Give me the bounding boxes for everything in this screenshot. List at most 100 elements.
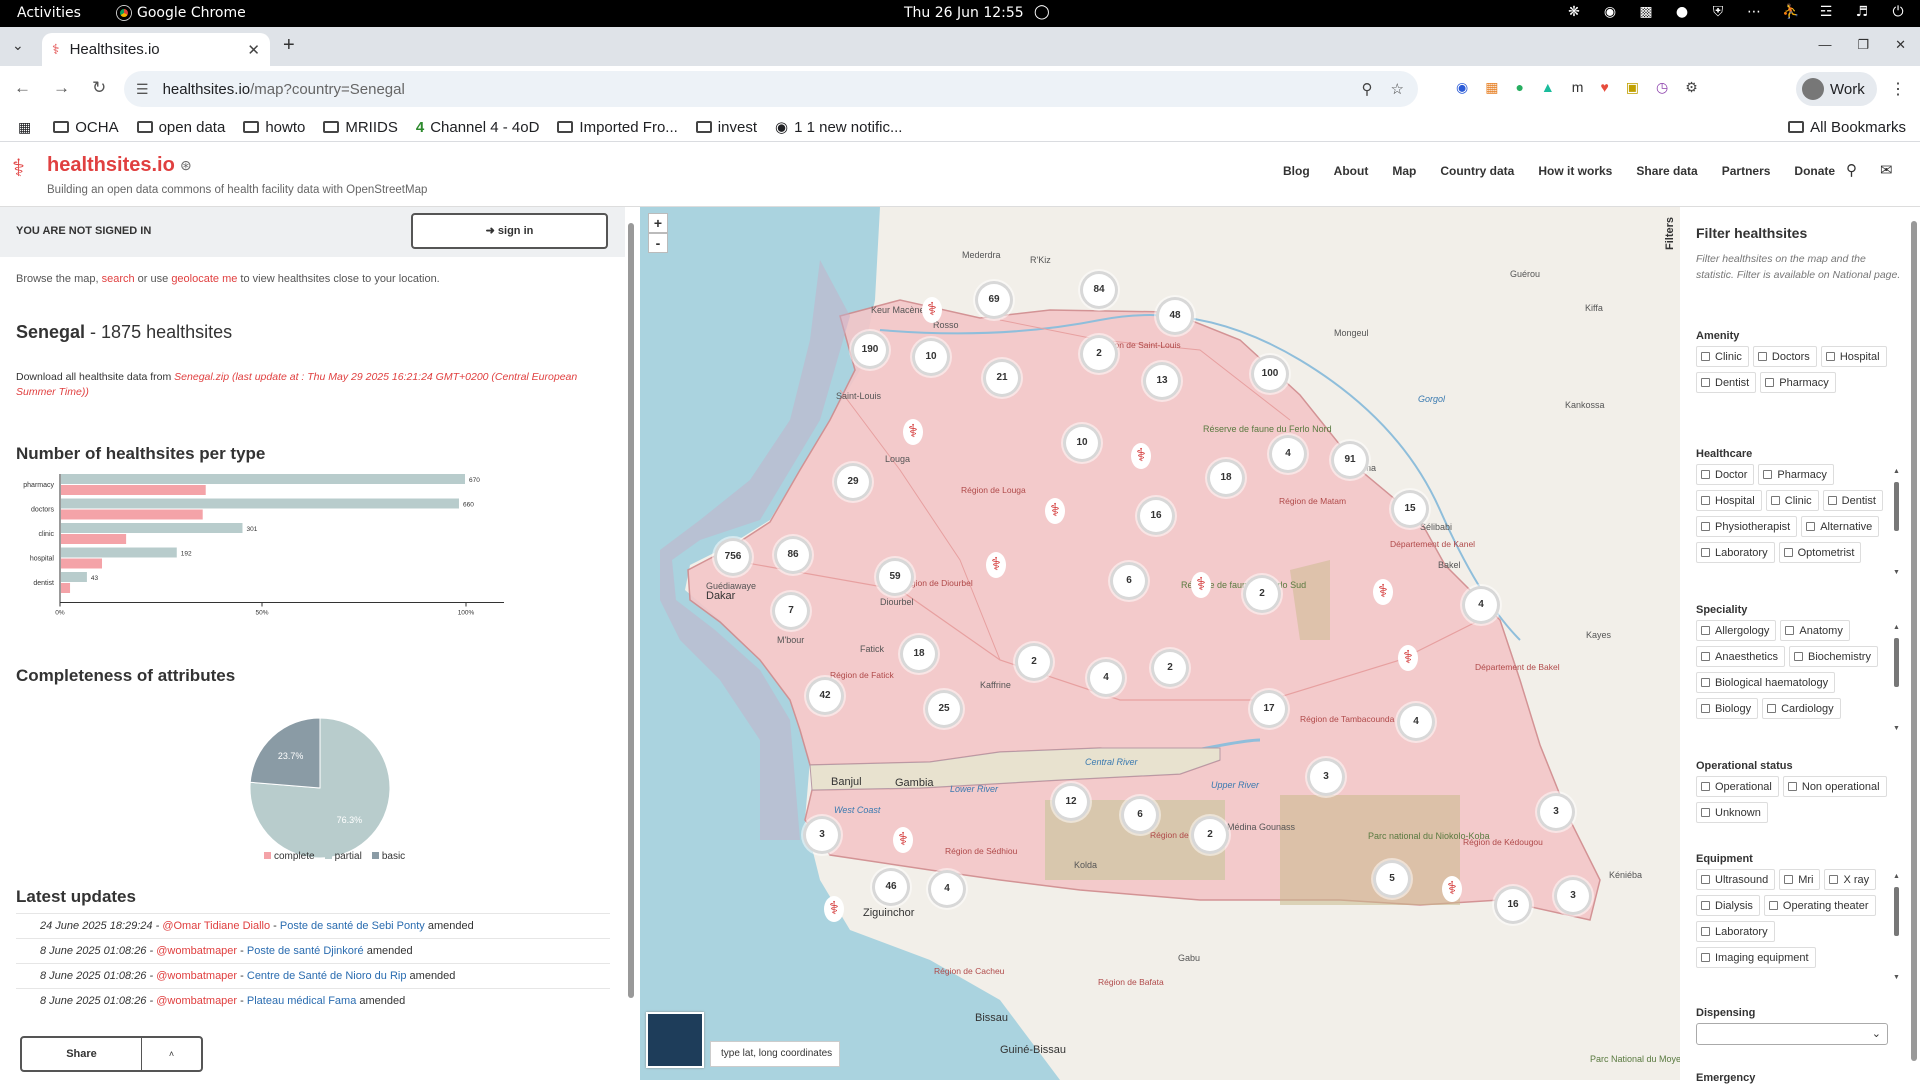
dispensing-select[interactable]: ⌄ (1696, 1023, 1888, 1045)
checkbox-box[interactable] (1767, 704, 1777, 713)
checkbox-box[interactable] (1701, 808, 1710, 817)
update-user-link[interactable]: @wombatmaper (156, 970, 237, 982)
checkbox-box[interactable] (1787, 782, 1797, 791)
tab-search-icon[interactable]: ⌄ (12, 37, 24, 54)
map-cluster-marker[interactable]: 13 (1143, 362, 1181, 400)
shield-icon[interactable]: ⛨ (1710, 4, 1726, 20)
m-ext-icon[interactable]: m (1572, 79, 1584, 96)
chat-icon[interactable]: ✉ (1880, 161, 1893, 179)
update-user-link[interactable]: @wombatmaper (156, 995, 237, 1007)
checkbox-box[interactable] (1701, 704, 1710, 713)
bookmark-notifications[interactable]: ◉ 1 1 new notific... (775, 118, 903, 137)
bookmark-imported[interactable]: Imported Fro... (557, 119, 678, 136)
filter-checkbox[interactable]: Dentist (1822, 490, 1883, 511)
update-user-link[interactable]: @wombatmaper (156, 945, 237, 957)
checkbox-box[interactable] (1829, 875, 1839, 884)
checkbox-box[interactable] (1770, 496, 1780, 505)
grammarly-icon[interactable]: ◉ (1602, 4, 1618, 20)
menu-about[interactable]: About (1334, 164, 1369, 178)
app-menu[interactable]: Google Chrome (117, 5, 246, 21)
map-cluster-marker[interactable]: 46 (872, 868, 910, 906)
healthsite-pin-icon[interactable]: ⚕ (922, 297, 942, 323)
healthsite-pin-icon[interactable]: ⚕ (986, 552, 1006, 578)
filter-checkbox[interactable]: Cardiology (1762, 698, 1841, 719)
checkbox-box[interactable] (1701, 678, 1710, 687)
map-cluster-marker[interactable]: 25 (925, 690, 963, 728)
filter-checkbox[interactable]: Operating theater (1763, 895, 1876, 916)
bookmark-ocha[interactable]: OCHA (53, 119, 119, 136)
filter-checkbox[interactable]: Dentist (1696, 372, 1757, 393)
map-cluster-marker[interactable]: 6 (1110, 562, 1148, 600)
filter-checkbox[interactable]: Hospital (1820, 346, 1887, 367)
healthsite-pin-icon[interactable]: ⚕ (1191, 572, 1211, 598)
power-icon[interactable]: ⏻ (1890, 4, 1906, 20)
map-cluster-marker[interactable]: 10 (912, 338, 950, 376)
left-scrollbar[interactable] (627, 211, 635, 1071)
filter-checkbox[interactable]: Optometrist (1778, 542, 1862, 563)
map-cluster-marker[interactable]: 100 (1251, 355, 1289, 393)
volume-icon[interactable]: ♬ (1854, 4, 1870, 20)
history-ext-icon[interactable]: ◷ (1656, 79, 1668, 96)
filter-checkbox[interactable]: Doctors (1752, 346, 1817, 367)
share-button[interactable]: Share (22, 1038, 142, 1070)
healthsite-pin-icon[interactable]: ⚕ (1045, 498, 1065, 524)
new-tab-button[interactable]: + (283, 34, 295, 57)
map-cluster-marker[interactable]: 21 (983, 359, 1021, 397)
map-cluster-marker[interactable]: 7 (772, 592, 810, 630)
site-brand[interactable]: healthsites.io (47, 154, 175, 177)
accessibility-icon[interactable]: ⛹ (1782, 4, 1799, 20)
activities-button[interactable]: Activities (17, 5, 81, 21)
all-bookmarks[interactable]: All Bookmarks (1788, 119, 1906, 136)
map-cluster-marker[interactable]: 3 (1537, 793, 1575, 831)
healthsite-pin-icon[interactable]: ⚕ (824, 896, 844, 922)
update-site-link[interactable]: Plateau médical Fama (247, 995, 356, 1007)
map-cluster-marker[interactable]: 91 (1331, 441, 1369, 479)
checkbox-box[interactable] (1701, 522, 1710, 531)
system-tray[interactable]: ❋ ◉ ▩ ● ⛨ ⋯ ⛹ ☲ ♬ ⏻ (1566, 4, 1906, 20)
bookmark-channel4[interactable]: 4 Channel 4 - 4oD (416, 119, 540, 136)
map-cluster-marker[interactable]: 2 (1015, 643, 1053, 681)
scroll-down-icon[interactable]: ▼ (1893, 569, 1900, 576)
map-cluster-marker[interactable]: 190 (851, 331, 889, 369)
search-icon[interactable]: ⚲ (1846, 161, 1857, 179)
filter-checkbox[interactable]: Pharmacy (1760, 372, 1836, 393)
menu-country-data[interactable]: Country data (1440, 164, 1514, 178)
map-cluster-marker[interactable]: 48 (1156, 297, 1194, 335)
slack-icon[interactable]: ❋ (1566, 4, 1582, 20)
sign-in-button[interactable]: ➜ sign in (411, 213, 608, 249)
map-cluster-marker[interactable]: 2 (1191, 816, 1229, 854)
filter-checkbox[interactable]: Biological haematology (1696, 672, 1836, 693)
map-cluster-marker[interactable]: 59 (876, 558, 914, 596)
maximize-icon[interactable]: ❐ (1857, 37, 1869, 53)
filter-checkbox[interactable]: Non operational (1782, 776, 1887, 797)
map-cluster-marker[interactable]: 42 (806, 677, 844, 715)
update-site-link[interactable]: Poste de santé Djinkoré (247, 945, 364, 957)
filter-checkbox[interactable]: Biology (1696, 698, 1759, 719)
geolocate-link[interactable]: geolocate me (171, 273, 237, 285)
healthsite-pin-icon[interactable]: ⚕ (1373, 579, 1393, 605)
discord-icon[interactable]: ▩ (1638, 4, 1654, 20)
site-info-icon[interactable]: ☰ (136, 81, 149, 98)
checkbox-box[interactable] (1806, 522, 1816, 531)
map-cluster-marker[interactable]: 4 (1397, 703, 1435, 741)
zoom-out-button[interactable]: - (648, 233, 668, 253)
close-window-icon[interactable]: ✕ (1895, 37, 1906, 53)
map-cluster-marker[interactable]: 4 (1462, 586, 1500, 624)
checkbox-box[interactable] (1757, 352, 1767, 361)
filter-checkbox[interactable]: Operational (1696, 776, 1779, 797)
more-icon[interactable]: ⋯ (1746, 4, 1762, 20)
scrollbar-thumb[interactable] (1894, 638, 1899, 687)
filter-group-scrollbar[interactable]: ▲ ▼ (1893, 873, 1901, 981)
checkbox-box[interactable] (1825, 352, 1835, 361)
forward-icon[interactable]: → (53, 78, 70, 98)
map-cluster-marker[interactable]: 86 (774, 536, 812, 574)
record-icon[interactable]: ● (1674, 4, 1690, 20)
menu-how-it-works[interactable]: How it works (1538, 164, 1612, 178)
update-site-link[interactable]: Poste de santé de Sebi Ponty (280, 920, 425, 932)
checkbox-box[interactable] (1765, 378, 1775, 387)
menu-blog[interactable]: Blog (1283, 164, 1310, 178)
layer-switcher-minimap[interactable] (646, 1012, 704, 1068)
map-cluster-marker[interactable]: 756 (714, 538, 752, 576)
map-cluster-marker[interactable]: 5 (1373, 860, 1411, 898)
map-cluster-marker[interactable]: 3 (1554, 877, 1592, 915)
